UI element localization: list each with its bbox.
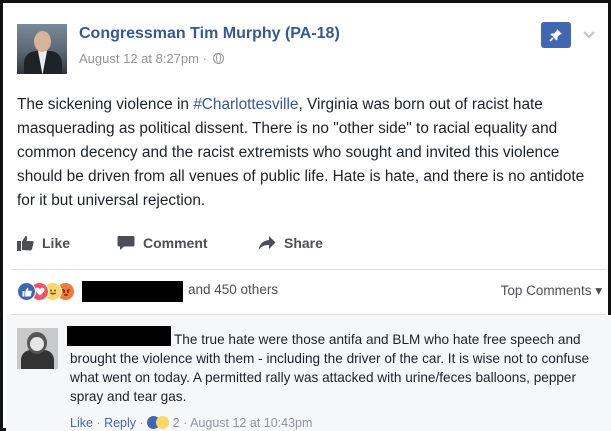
comment-timestamp[interactable]: August 12 at 10:43pm	[190, 416, 312, 430]
meta-separator: ·	[96, 416, 101, 430]
post-text-start: The sickening violence in	[17, 96, 194, 113]
comment-label: Comment	[143, 235, 208, 251]
share-button[interactable]: Share	[258, 235, 323, 251]
post-options-chevron-icon[interactable]	[580, 25, 598, 43]
commenter-avatar[interactable]	[17, 328, 58, 369]
caret-down-icon: ▾	[595, 283, 602, 298]
share-label: Share	[284, 235, 323, 251]
thumbs-up-icon	[17, 236, 34, 251]
meta-separator: ·	[139, 416, 144, 430]
actions-divider	[11, 269, 606, 270]
pin-button[interactable]	[541, 22, 571, 48]
pin-icon	[549, 29, 562, 42]
reactions-others-link[interactable]: and 450 others	[188, 282, 278, 297]
top-comments-dropdown[interactable]: Top Comments ▾	[501, 283, 602, 299]
like-reaction-icon[interactable]	[17, 282, 36, 301]
top-comments-label: Top Comments	[500, 283, 592, 298]
comment-reaction-count[interactable]: 2	[173, 416, 180, 430]
comment-body: The true hate were those antifa and BLM …	[70, 330, 600, 406]
like-label: Like	[42, 235, 71, 251]
like-button[interactable]: Like	[17, 235, 70, 251]
comment-bubble-icon	[117, 236, 135, 250]
reactions-summary: and 450 others Top Comments ▾	[17, 281, 602, 303]
post-timestamp[interactable]: August 12 at 8:27pm	[79, 51, 199, 66]
comment-button[interactable]: Comment	[117, 235, 208, 251]
hashtag-link[interactable]: #Charlottesville	[193, 96, 298, 113]
post-meta: August 12 at 8:27pm ·	[79, 51, 224, 66]
post-card: Congressman Tim Murphy (PA-18) August 12…	[0, 0, 611, 431]
comment-like-link[interactable]: Like	[70, 416, 93, 430]
page-avatar[interactable]	[17, 24, 67, 74]
comment-reply-link[interactable]: Reply	[104, 416, 136, 430]
comment-haha-reaction-icon[interactable]	[156, 416, 170, 429]
page-name-link[interactable]: Congressman Tim Murphy (PA-18)	[79, 25, 340, 43]
share-arrow-icon	[258, 236, 276, 250]
globe-icon	[212, 53, 224, 64]
comment-meta: Like · Reply · 2 · August 12 at 10:43pm	[70, 416, 312, 430]
meta-separator: ·	[202, 51, 207, 66]
meta-separator: ·	[183, 416, 188, 430]
post-body: The sickening violence in #Charlottesvil…	[17, 93, 602, 213]
post-actions-bar: Like Comment Share	[17, 229, 602, 259]
comment-text: The true hate were those antifa and BLM …	[70, 332, 590, 404]
redacted-names-bar	[82, 281, 183, 302]
